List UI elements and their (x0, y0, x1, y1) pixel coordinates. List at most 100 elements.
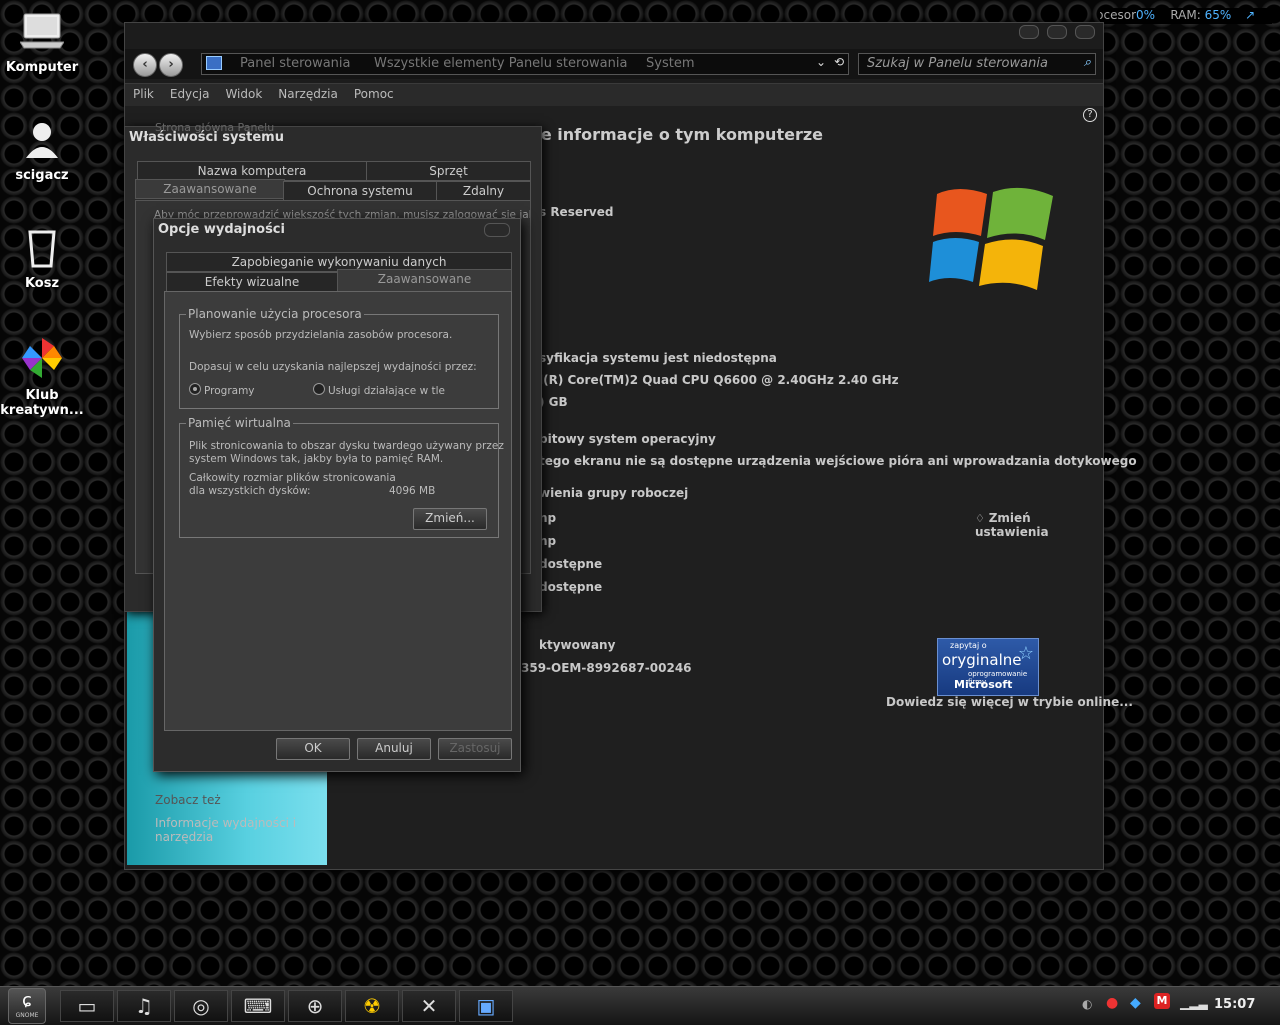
radio-programs[interactable]: Programy (189, 383, 255, 397)
copyright-text: s Reserved (539, 205, 614, 219)
desktop-icon-label: Klub kreatywn... (0, 388, 84, 418)
breadcrumb-item[interactable]: Wszystkie elementy Panelu sterowania (374, 56, 627, 71)
vm-size-value: 4096 MB (389, 485, 436, 497)
address-bar[interactable]: Panel sterowania Wszystkie elementy Pane… (201, 53, 849, 75)
user-icon (0, 120, 84, 164)
signal-icon[interactable]: ▁▂▃ (1180, 996, 1208, 1010)
menu-tools[interactable]: Narzędzia (270, 84, 346, 101)
pinwheel-icon (0, 336, 84, 384)
shield-icon: ♢ (975, 512, 985, 525)
radio-label: Programy (204, 385, 255, 397)
desktop-icon-computer[interactable]: Komputer (0, 12, 84, 75)
tab-visual-effects[interactable]: Efekty wizualne (166, 272, 338, 292)
vm-desc-line2: system Windows tak, jakby była to pamięć… (189, 453, 444, 465)
close-button[interactable] (484, 223, 510, 237)
dropbox-icon[interactable]: ◆ (1130, 995, 1141, 1011)
browser-icon[interactable]: ◎ (174, 990, 228, 1022)
cancel-button[interactable]: Anuluj (357, 738, 431, 760)
star-icon: ☆ (1017, 643, 1034, 664)
learn-more-link[interactable]: Dowiedz się więcej w trybie online... (886, 695, 1133, 709)
system-type-value: bitowy system operacyjny (539, 432, 716, 446)
close-button[interactable] (1075, 25, 1095, 39)
mail-icon[interactable]: M (1154, 993, 1170, 1009)
speaker-icon[interactable]: ◐ (1082, 997, 1092, 1011)
vm-total-line2: dla wszystkich dysków: (189, 485, 311, 497)
cpu-value: 0% (1136, 8, 1156, 22)
radio-label: Usługi działające w tle (328, 385, 446, 397)
menu-edit[interactable]: Edycja (162, 84, 218, 101)
computer-icon (206, 56, 222, 70)
genuine-brand: Microsoft (954, 678, 1013, 691)
menu-view[interactable]: Widok (217, 84, 270, 101)
clock[interactable]: 15:07 (1214, 997, 1255, 1012)
menu-help[interactable]: Pomoc (346, 84, 402, 101)
desktop-icon-user[interactable]: scigacz (0, 120, 84, 183)
desktop-icon-label: scigacz (15, 168, 69, 183)
pen-touch-value: tego ekranu nie są dostępne urządzenia w… (539, 454, 1137, 468)
music-player-icon[interactable]: ♫ (117, 990, 171, 1022)
globe-icon[interactable]: ⊕ (288, 990, 342, 1022)
genuine-microsoft-badge[interactable]: zapytaj o oryginalne oprogramowanie firm… (937, 638, 1039, 696)
file-manager-icon[interactable]: ▭ (60, 990, 114, 1022)
maximize-button[interactable] (1047, 25, 1068, 39)
navigation-bar: ‹ › Panel sterowania Wszystkie elementy … (125, 49, 1103, 79)
computer-icon (0, 12, 84, 56)
gnome-foot-icon: ɕ (22, 990, 32, 1011)
ram-value: 65% (1204, 8, 1232, 22)
processor-value: l(R) Core(TM)2 Quad CPU Q6600 @ 2.40GHz … (539, 373, 899, 387)
activation-status: ktywowany (539, 638, 616, 652)
breadcrumb-item[interactable]: System (646, 56, 694, 71)
apply-button[interactable]: Zastosuj (438, 738, 512, 760)
ram-label: RAM: (1170, 8, 1201, 22)
change-button[interactable]: Zmień... (413, 508, 487, 530)
vm-desc-line1: Plik stronicowania to obszar dysku tward… (189, 440, 504, 452)
breadcrumb-item[interactable]: Panel sterowania (240, 56, 351, 71)
desktop-icon-label: Komputer (5, 60, 79, 75)
help-icon[interactable]: ? (1083, 108, 1097, 122)
arrow-icon[interactable]: ↗ (1245, 8, 1255, 22)
refresh-icon[interactable]: ⟲ (834, 55, 844, 69)
minimize-button[interactable] (1019, 25, 1040, 39)
desktop-icon-label: Kosz (24, 276, 60, 291)
start-button[interactable]: ɕ GNOME (8, 988, 46, 1024)
cherry-icon[interactable]: ● (1106, 995, 1118, 1011)
radio-button[interactable] (313, 383, 325, 395)
search-icon[interactable]: ⌕ (1084, 55, 1091, 70)
radio-background-services[interactable]: Usługi działające w tle (313, 383, 445, 397)
search-input[interactable]: Szukaj w Panelu sterowania ⌕ (858, 53, 1096, 75)
performance-info-link[interactable]: Informacje wydajności i narzędzia (155, 816, 305, 844)
back-button[interactable]: ‹ (133, 53, 157, 77)
product-id: 359-OEM-8992687-00246 (521, 661, 692, 675)
workgroup-value: dostępne (539, 580, 603, 594)
window-controls (1015, 25, 1095, 42)
tab-computer-name[interactable]: Nazwa komputera (137, 161, 367, 181)
control-panel-icon[interactable]: ▣ (459, 990, 513, 1022)
ok-button[interactable]: OK (276, 738, 350, 760)
tab-advanced[interactable]: Zaawansowane (135, 179, 285, 199)
rating-text: syfikacja systemu jest niedostępna (539, 351, 777, 365)
tab-advanced[interactable]: Zaawansowane (337, 269, 512, 292)
taskbar: ɕ GNOME ▭ ♫ ◎ ⌨ ⊕ ☢ ✕ ▣ ◐ ● ◆ M ▁▂▃ 15:0… (0, 986, 1280, 1025)
tab-system-protection[interactable]: Ochrona systemu (283, 181, 437, 201)
tools-icon[interactable]: ✕ (402, 990, 456, 1022)
chevron-down-icon[interactable]: ⌄ (816, 55, 826, 69)
group-title: Pamięć wirtualna (188, 416, 291, 430)
search-placeholder: Szukaj w Panelu sterowania (867, 56, 1048, 71)
tab-hardware[interactable]: Sprzęt (366, 161, 531, 181)
system-monitor: Procesor:0% RAM: 65% ↗ (1100, 8, 1272, 24)
radiation-icon[interactable]: ☢ (345, 990, 399, 1022)
cpu-label: Procesor: (1100, 8, 1136, 22)
tab-panel: Planowanie użycia procesora Wybierz spos… (164, 291, 512, 731)
workgroup-header: wienia grupy roboczej (539, 486, 689, 500)
genuine-top: zapytaj o (950, 641, 987, 650)
ram-value: ) GB (539, 395, 568, 409)
desktop-icon-club[interactable]: Klub kreatywn... (0, 336, 84, 418)
change-settings-link[interactable]: ♢ Zmień ustawienia (975, 511, 1065, 539)
tab-remote[interactable]: Zdalny (436, 181, 531, 201)
forward-button[interactable]: › (159, 53, 183, 77)
change-settings-label: Zmień ustawienia (975, 511, 1049, 539)
radio-button[interactable] (189, 383, 201, 395)
games-icon[interactable]: ⌨ (231, 990, 285, 1022)
menu-file[interactable]: Plik (125, 84, 162, 101)
desktop-icon-trash[interactable]: Kosz (0, 228, 84, 291)
